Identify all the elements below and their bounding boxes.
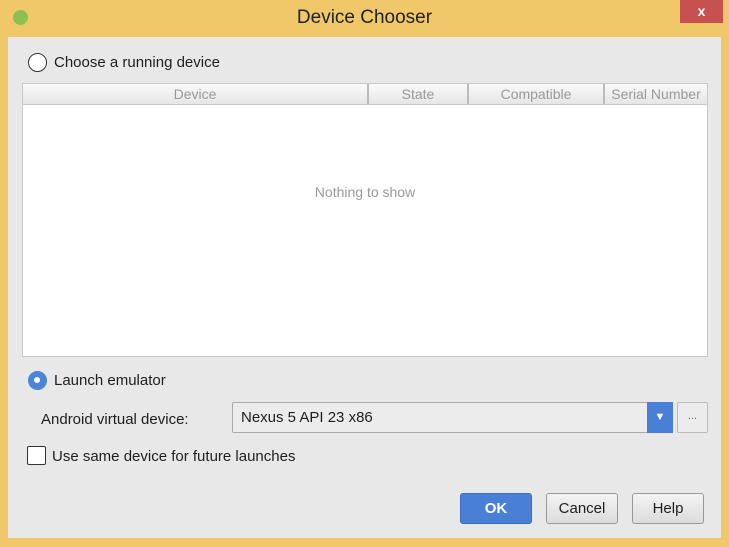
- launch-emulator-label[interactable]: Launch emulator: [54, 372, 166, 389]
- avd-selected-value: Nexus 5 API 23 x86: [241, 409, 373, 426]
- same-device-checkbox[interactable]: [27, 446, 46, 465]
- same-device-label[interactable]: Use same device for future launches: [52, 448, 295, 465]
- avd-browse-button[interactable]: ...: [677, 402, 708, 433]
- choose-running-device-label[interactable]: Choose a running device: [54, 54, 220, 71]
- column-device[interactable]: Device: [23, 84, 369, 104]
- window-title: Device Chooser: [296, 7, 433, 28]
- dialog-content: Choose a running device Device State Com…: [8, 37, 721, 538]
- help-button[interactable]: Help: [632, 493, 704, 524]
- close-button[interactable]: x: [680, 0, 723, 23]
- column-state[interactable]: State: [369, 84, 469, 104]
- avd-select[interactable]: Nexus 5 API 23 x86 ▼: [232, 402, 673, 433]
- column-serial-number[interactable]: Serial Number: [605, 84, 707, 104]
- launch-emulator-radio[interactable]: [28, 371, 47, 390]
- avd-label: Android virtual device:: [41, 411, 189, 428]
- chevron-down-icon[interactable]: ▼: [647, 402, 673, 433]
- choose-running-device-radio[interactable]: [28, 53, 47, 72]
- column-compatible[interactable]: Compatible: [469, 84, 605, 104]
- cancel-button[interactable]: Cancel: [546, 493, 618, 524]
- device-table: Device State Compatible Serial Number No…: [22, 83, 708, 357]
- table-header: Device State Compatible Serial Number: [23, 84, 707, 105]
- ok-button[interactable]: OK: [460, 493, 532, 524]
- empty-table-message: Nothing to show: [314, 184, 416, 200]
- title-bar: Device Chooser x: [0, 0, 729, 37]
